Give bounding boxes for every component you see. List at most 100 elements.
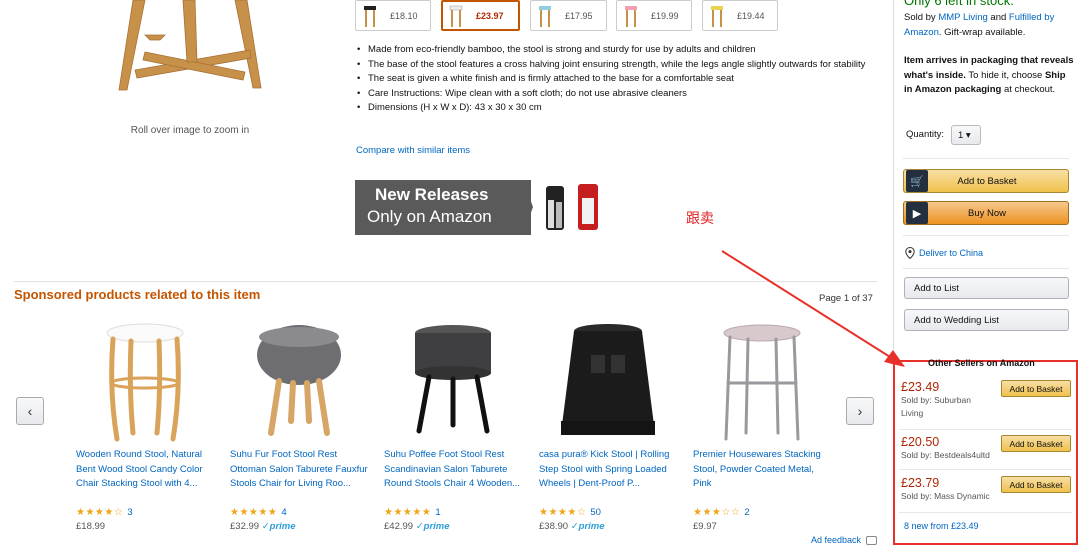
prime-badge: ✓prime [415, 521, 450, 532]
review-count[interactable]: 50 [590, 506, 601, 520]
section-divider [14, 281, 877, 282]
feature-bullet: Dimensions (H x W x D): 43 x 30 x 30 cm [356, 101, 876, 116]
product-image[interactable] [76, 318, 214, 446]
offer-seller: Sold by: Suburban Living [901, 395, 971, 418]
annotation-text: 跟卖 [686, 210, 714, 226]
variation-price: £19.44 [737, 10, 765, 21]
banner-arrow-tip [523, 180, 533, 234]
carousel-next-button[interactable]: › [846, 397, 874, 425]
variation-swatch[interactable]: £17.95 [530, 0, 607, 31]
stool-thumbnail [531, 2, 559, 30]
sold-by-mid: and [987, 12, 1009, 23]
product-image[interactable] [384, 318, 522, 446]
buy-now-label: Buy Now [967, 207, 1006, 219]
offer-separator [899, 429, 1072, 430]
review-count[interactable]: 4 [281, 506, 286, 520]
sold-by-text: Sold by MMP Living and Fulfilled by Amaz… [904, 11, 1074, 40]
product-image[interactable] [230, 318, 368, 446]
stock-status: Only 6 left in stock. [904, 0, 1014, 8]
offer-add-to-basket-button[interactable]: Add to Basket [1001, 380, 1071, 397]
sold-by-suffix: . Gift-wrap available. [938, 26, 1026, 38]
variation-swatch[interactable]: £18.10 [355, 0, 431, 31]
feature-bullet: Made from eco-friendly bamboo, the stool… [356, 43, 876, 58]
cart-icon: 🛒 [906, 170, 928, 192]
feature-bullet: Care Instructions: Wipe clean with a sof… [356, 87, 876, 102]
product-image[interactable] [539, 318, 677, 446]
sponsored-section-title: Sponsored products related to this item [14, 287, 261, 302]
review-count[interactable]: 2 [744, 506, 749, 520]
deliver-to-label: Deliver to China [919, 248, 984, 258]
offer-add-to-basket-button[interactable]: Add to Basket [1001, 476, 1071, 493]
product-price: £38.90 [539, 521, 569, 532]
seller-offer: £23.49 Sold by: Suburban Living Add to B… [901, 380, 1071, 420]
add-to-list-button[interactable]: Add to List [904, 277, 1069, 299]
star-rating-icon: ★★★☆☆ [693, 507, 741, 518]
deliver-to-link[interactable]: Deliver to China [905, 247, 983, 259]
review-count[interactable]: 3 [127, 506, 132, 520]
soda-maker-image [546, 184, 598, 230]
product-rating[interactable]: ★★★★☆ 3 [76, 506, 214, 520]
sponsored-product-card[interactable]: Wooden Round Stool, Natural Bent Wood St… [76, 318, 214, 534]
variation-swatch-selected[interactable]: £23.97 [441, 0, 520, 31]
variation-price: £17.95 [565, 10, 593, 21]
chevron-left-icon: ‹ [27, 403, 33, 419]
prime-badge: ✓prime [261, 521, 296, 532]
sponsored-product-card[interactable]: Suhu Fur Foot Stool Rest Ottoman Salon T… [230, 318, 368, 534]
product-price-row: £42.99 ✓prime [384, 520, 522, 534]
variation-price: £19.99 [651, 10, 679, 21]
zoom-hint: Roll over image to zoom in [130, 125, 250, 136]
stool-thumbnail [356, 2, 384, 30]
quantity-select[interactable]: 1 ▾ [951, 125, 981, 145]
offer-add-to-basket-button[interactable]: Add to Basket [1001, 435, 1071, 452]
offer-separator [899, 469, 1072, 470]
sponsored-product-card[interactable]: Suhu Poffee Foot Stool Rest Scandinavian… [384, 318, 522, 534]
feature-bullets: Made from eco-friendly bamboo, the stool… [356, 43, 876, 116]
sponsored-product-card[interactable]: Premier Housewares Stacking Stool, Powde… [693, 318, 831, 534]
product-title[interactable]: Wooden Round Stool, Natural Bent Wood St… [76, 448, 214, 506]
add-to-basket-button[interactable]: 🛒 Add to Basket [903, 169, 1069, 193]
star-rating-icon: ★★★★★ [230, 507, 278, 518]
variation-price: £23.97 [476, 10, 504, 21]
product-image[interactable] [693, 318, 831, 446]
product-rating[interactable]: ★★★★★ 4 [230, 506, 368, 520]
feature-bullet: The base of the stool features a cross h… [356, 58, 876, 73]
other-sellers-title: Other Sellers on Amazon [928, 358, 1035, 368]
stool-thumbnail [703, 2, 731, 30]
product-rating[interactable]: ★★★☆☆ 2 [693, 506, 831, 520]
product-title[interactable]: casa pura® Kick Stool | Rolling Step Sto… [539, 448, 677, 506]
main-product-image[interactable] [105, 0, 275, 100]
product-price: £32.99 [230, 521, 260, 532]
new-from-link[interactable]: 8 new from £23.49 [904, 521, 979, 531]
buybox-separator [903, 268, 1069, 269]
prime-badge: ✓prime [570, 521, 605, 532]
star-rating-icon: ★★★★☆ [76, 507, 124, 518]
seller-link[interactable]: MMP Living [938, 12, 987, 23]
product-rating[interactable]: ★★★★☆ 50 [539, 506, 677, 520]
add-to-wedding-list-button[interactable]: Add to Wedding List [904, 309, 1069, 331]
star-rating-icon: ★★★★☆ [539, 507, 587, 518]
ad-feedback-link[interactable]: Ad feedback [811, 535, 861, 545]
product-price: £18.99 [76, 521, 106, 532]
chevron-right-icon: › [857, 403, 863, 419]
buy-now-button[interactable]: ▶ Buy Now [903, 201, 1069, 225]
product-price-row: £9.97 [693, 520, 831, 534]
variation-price: £18.10 [390, 10, 418, 21]
sponsored-product-card[interactable]: casa pura® Kick Stool | Rolling Step Sto… [539, 318, 677, 534]
quantity-label: Quantity: [906, 129, 945, 140]
compare-link[interactable]: Compare with similar items [356, 145, 470, 156]
product-title[interactable]: Suhu Fur Foot Stool Rest Ottoman Salon T… [230, 448, 368, 506]
variation-swatch[interactable]: £19.44 [702, 0, 778, 31]
product-title[interactable]: Suhu Poffee Foot Stool Rest Scandinavian… [384, 448, 522, 506]
banner-line1: New Releases [375, 185, 489, 204]
review-count[interactable]: 1 [435, 506, 440, 520]
product-price-row: £18.99 [76, 520, 214, 534]
product-rating[interactable]: ★★★★★ 1 [384, 506, 522, 520]
location-pin-icon [905, 247, 915, 259]
variation-swatch[interactable]: £19.99 [616, 0, 692, 31]
sold-by-prefix: Sold by [904, 12, 939, 23]
new-releases-banner[interactable]: New Releases Only on Amazon [355, 180, 615, 235]
carousel-prev-button[interactable]: ‹ [16, 397, 44, 425]
feedback-icon[interactable] [866, 536, 877, 545]
product-title[interactable]: Premier Housewares Stacking Stool, Powde… [693, 448, 831, 506]
feature-bullet: The seat is given a white finish and is … [356, 72, 876, 87]
